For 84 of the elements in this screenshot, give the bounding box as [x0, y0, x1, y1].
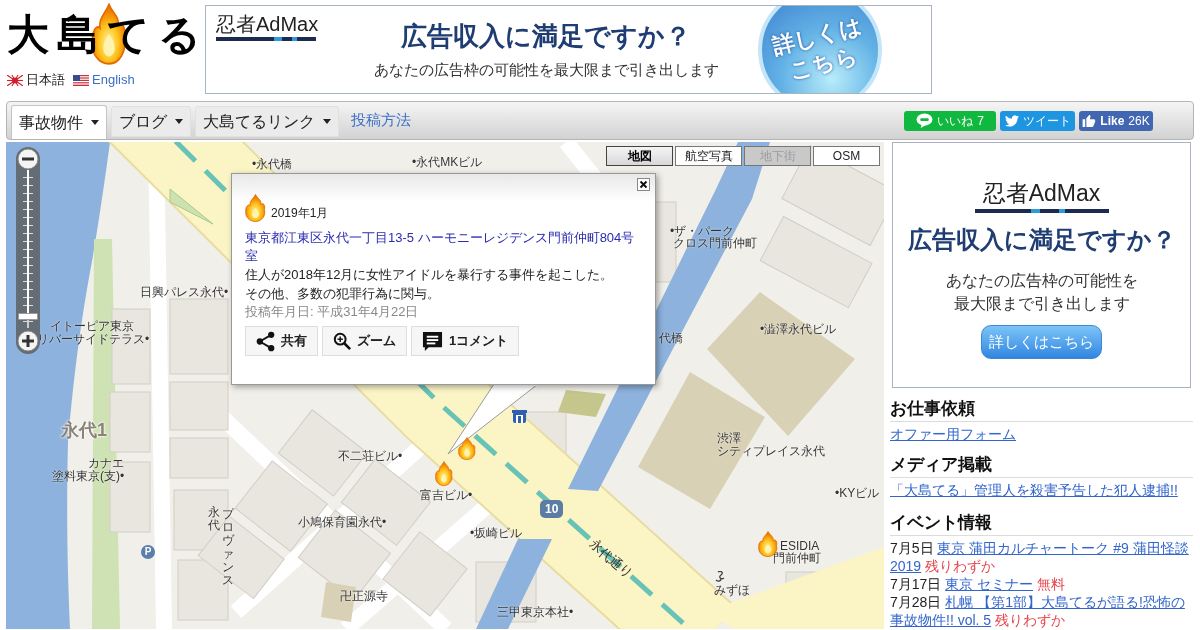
map-label: 不二荘ビル•: [338, 449, 403, 463]
nav-tab[interactable]: 大島てるリンク: [195, 106, 339, 137]
zoom-in-icon[interactable]: [17, 330, 39, 352]
incident-description: 住人が2018年12月に女性アイドルを暴行する事件を起こした。: [245, 266, 615, 284]
side-ad[interactable]: 忍者AdMax 広告収入に満足ですか？ あなたの広告枠の可能性を 最大限まで引き出します 詳しくはこちら: [892, 142, 1191, 388]
nav-link[interactable]: 投稿方法: [351, 109, 411, 132]
map-label: •ザ・パーク: [670, 224, 735, 238]
incident-description: その他、多数の犯罪行為に関与。: [245, 285, 441, 303]
section-heading: イベント情報: [890, 512, 1193, 536]
map-type-button[interactable]: OSM: [813, 146, 880, 166]
map-label: •永代橋: [252, 157, 293, 171]
zoom-in-icon: [333, 332, 351, 350]
map-label: •永代MKビル: [412, 155, 483, 169]
caret-icon: [323, 119, 331, 124]
map-type-button[interactable]: 地図: [606, 146, 673, 166]
park-area: [169, 188, 214, 225]
flame-marker-icon[interactable]: [458, 437, 476, 460]
flame-marker-icon[interactable]: [435, 461, 453, 486]
map-label: イトーピア東京: [50, 319, 134, 333]
popup-action-button[interactable]: 共有: [245, 326, 318, 356]
bird-icon: [1004, 114, 1019, 127]
ad-headline: 広告収入に満足ですか？: [401, 19, 691, 52]
facebook-like-button[interactable]: Like 26K: [1079, 110, 1153, 131]
map-label: 渋澤: [717, 431, 741, 445]
caret-icon: [175, 119, 183, 124]
map-label: •坂崎ビル: [470, 526, 523, 540]
address-link[interactable]: 東京都江東区永代一丁目13-5 ハーモニーレジデンス門前仲町804号室: [245, 229, 639, 265]
park-area: [558, 390, 606, 417]
map-type-button[interactable]: 航空写真: [675, 146, 742, 166]
building-footprint: [169, 381, 229, 431]
language-link[interactable]: English: [92, 72, 135, 88]
map-label: 小鳩保育園永代•: [298, 515, 387, 529]
thumbs-up-icon: [1082, 114, 1097, 127]
nav-tab[interactable]: ブログ: [111, 106, 191, 137]
map-label: 日興パレス永代•: [140, 285, 229, 299]
section-heading: メディア掲載: [890, 454, 1193, 478]
map-label: 永代: [208, 506, 220, 533]
post-date: 投稿年月日: 平成31年4月22日: [245, 303, 420, 321]
map-label: カナエ: [88, 456, 124, 470]
map-label: 門前仲町: [773, 551, 821, 565]
map-poi-icon: [512, 409, 527, 424]
zoom-slider[interactable]: [17, 170, 39, 328]
zoom-out-icon[interactable]: [17, 148, 39, 170]
map-label: 塗料東京(支)•: [52, 469, 125, 483]
map-label: リバーサイドテラス•: [37, 332, 150, 346]
map-label: ESIDIA: [780, 539, 820, 553]
event-item[interactable]: 7月17日 東京 セミナー 無料: [890, 575, 1193, 593]
flame-icon: [245, 194, 266, 222]
nav-tab[interactable]: 事故物件: [11, 105, 107, 139]
speech-bubble-icon: [916, 113, 934, 128]
event-item[interactable]: 7月5日 東京 蒲田カルチャートーク #9 蒲田怪談2019 残りわずか: [890, 539, 1193, 575]
section-heading: お仕事依頼: [890, 398, 1193, 422]
ad-subline: あなたの広告枠の可能性を最大限まで引き出します: [373, 59, 719, 80]
route-shield: 10: [540, 500, 564, 518]
share-icon: [256, 330, 275, 352]
ad-brand-name: 忍者AdMax: [982, 179, 1101, 207]
map-label: シティプレイス永代: [717, 444, 825, 458]
caret-icon: [91, 120, 99, 125]
popup-action-button[interactable]: ズーム: [322, 326, 407, 356]
popup-action-button[interactable]: 1コメント: [411, 326, 520, 356]
building-footprint: [109, 391, 151, 453]
road-label: 永代通り: [585, 536, 637, 582]
map-label: プロヴァンス: [222, 508, 234, 588]
event-item[interactable]: 7月28日 札幌 【第1部】大島てるが語る!恐怖の事故物件!! vol. 5 残りわずか: [890, 593, 1193, 629]
map-label: 富吉ビル•: [420, 488, 473, 502]
comment-icon: [422, 330, 443, 352]
close-icon[interactable]: [637, 178, 650, 191]
map-label: 卍正源寺: [340, 589, 388, 603]
us-flag-icon: [73, 74, 89, 86]
incident-date: 2019年1月: [271, 205, 329, 221]
map-label: みずほ: [714, 583, 750, 597]
sidebar-link[interactable]: 「大島てる」管理人を殺害予告した犯人逮捕!!: [890, 480, 1193, 500]
ad-headline: 広告収入に満足ですか？: [907, 225, 1176, 255]
zoom-slider-thumb[interactable]: [18, 313, 38, 320]
language-link[interactable]: 日本語: [26, 72, 65, 88]
building-footprint: [169, 437, 229, 479]
sidebar-link[interactable]: オファー用フォーム: [890, 424, 1193, 444]
ad-banner[interactable]: 忍者AdMax 広告収入に満足ですか？ あなたの広告枠の可能性を最大限まで引き出します 詳しくは こちら: [205, 5, 932, 94]
ad-subline: あなたの広告枠の可能性を 最大限まで引き出します: [945, 271, 1138, 314]
map-label: •KYビル: [835, 486, 880, 500]
rising-sun-flag-icon: [7, 74, 23, 86]
ad-brand-name: 忍者AdMax: [216, 12, 320, 36]
map-symbol-icon: [715, 571, 727, 582]
map-label: •澁澤永代ビル: [760, 322, 837, 336]
